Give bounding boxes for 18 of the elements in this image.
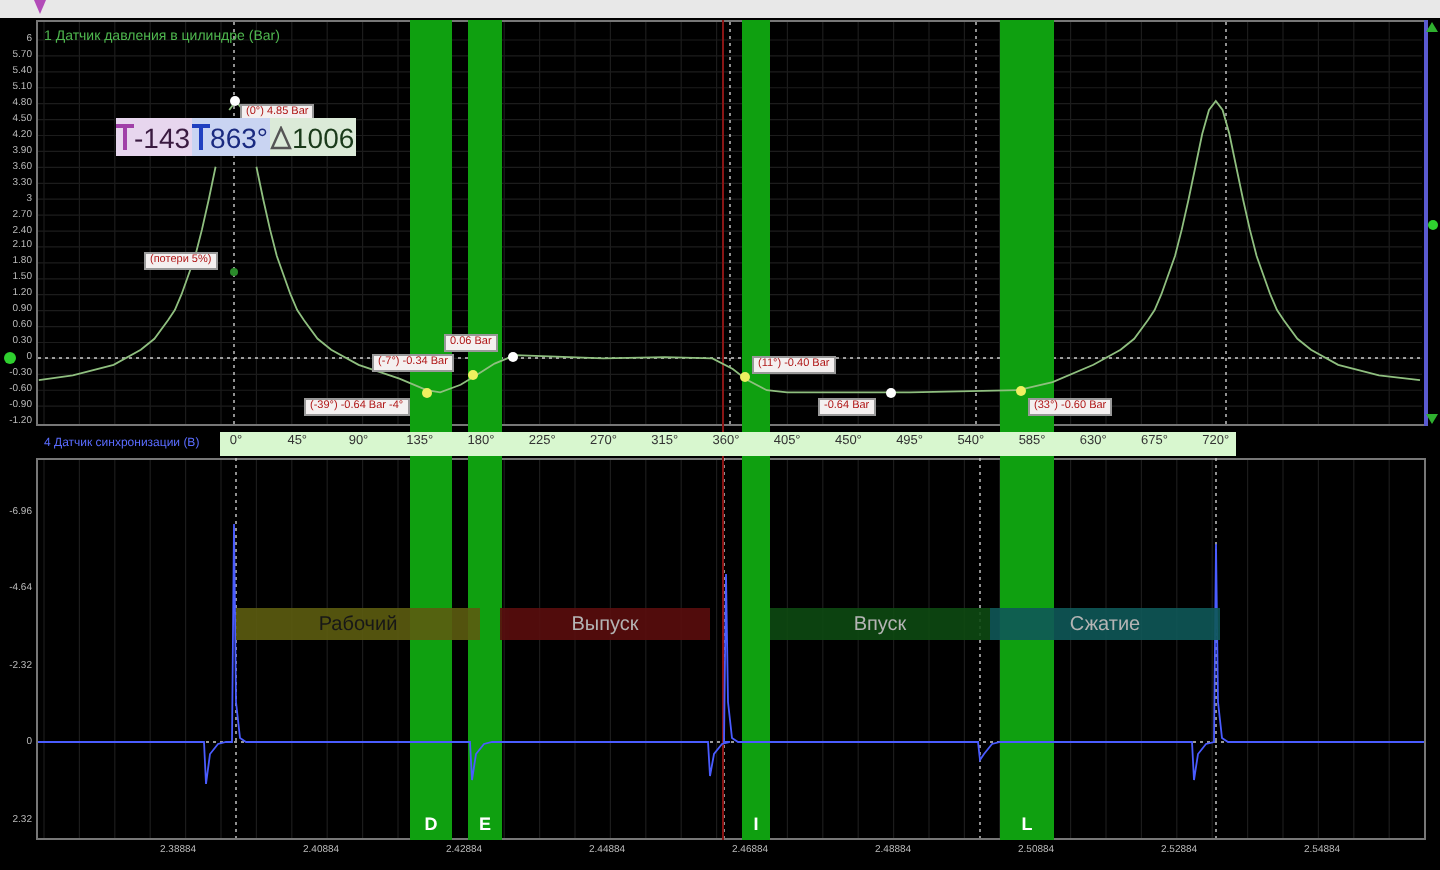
marker-value: -143 (134, 123, 191, 151)
phase-label: Сжатие (1069, 611, 1141, 639)
phase-label: Рабочий (318, 611, 398, 639)
marker-icon (34, 0, 46, 14)
zone-label: L (1021, 816, 1033, 834)
phase-label: Впуск (853, 611, 907, 639)
zone-label: D (424, 816, 438, 834)
marker-icon (192, 124, 211, 150)
marker-icon (116, 124, 134, 150)
zone-label: E (478, 816, 491, 834)
delta-icon (270, 125, 292, 149)
zone-label: I (753, 816, 759, 834)
marker-value: 863° (210, 123, 268, 151)
down-arrow-icon[interactable] (1426, 414, 1438, 424)
up-arrow-icon[interactable] (1426, 22, 1438, 32)
scroll-track[interactable] (1424, 20, 1428, 426)
phase-label: Выпуск (571, 611, 639, 639)
delta-value: 1006 (292, 123, 355, 151)
